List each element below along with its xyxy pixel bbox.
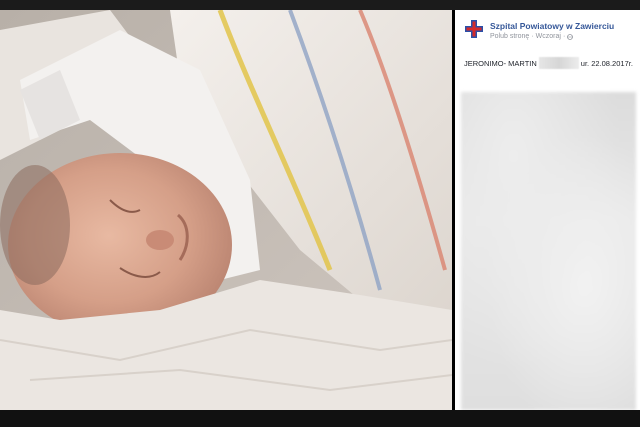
page-name-link[interactable]: Szpital Powiatowy w Zawierciu [490,21,614,31]
post-text: JERONIMO- MARTIN ur. 22.08.2017r. [464,57,633,69]
redacted-surname [538,57,579,69]
post-side-panel: Szpital Powiatowy w Zawierciu Polub stro… [455,10,640,410]
post-timestamp[interactable]: Wczoraj [536,33,561,40]
meta-separator-2: · [562,33,566,40]
baby-photo [0,10,452,410]
window-bottom-bar [0,410,640,427]
window-top-bar [0,0,640,10]
photo-viewer[interactable] [0,10,452,410]
like-page-link[interactable]: Polub stronę [490,33,529,40]
hospital-cross-logo[interactable] [464,19,484,39]
blurred-comments [461,92,636,410]
post-name-text: JERONIMO- MARTIN [464,58,537,68]
globe-icon[interactable] [567,33,574,40]
meta-separator: · [531,33,534,40]
post-meta: Polub stronę · Wczoraj · [490,33,574,40]
post-date-text: ur. 22.08.2017r. [580,58,633,68]
